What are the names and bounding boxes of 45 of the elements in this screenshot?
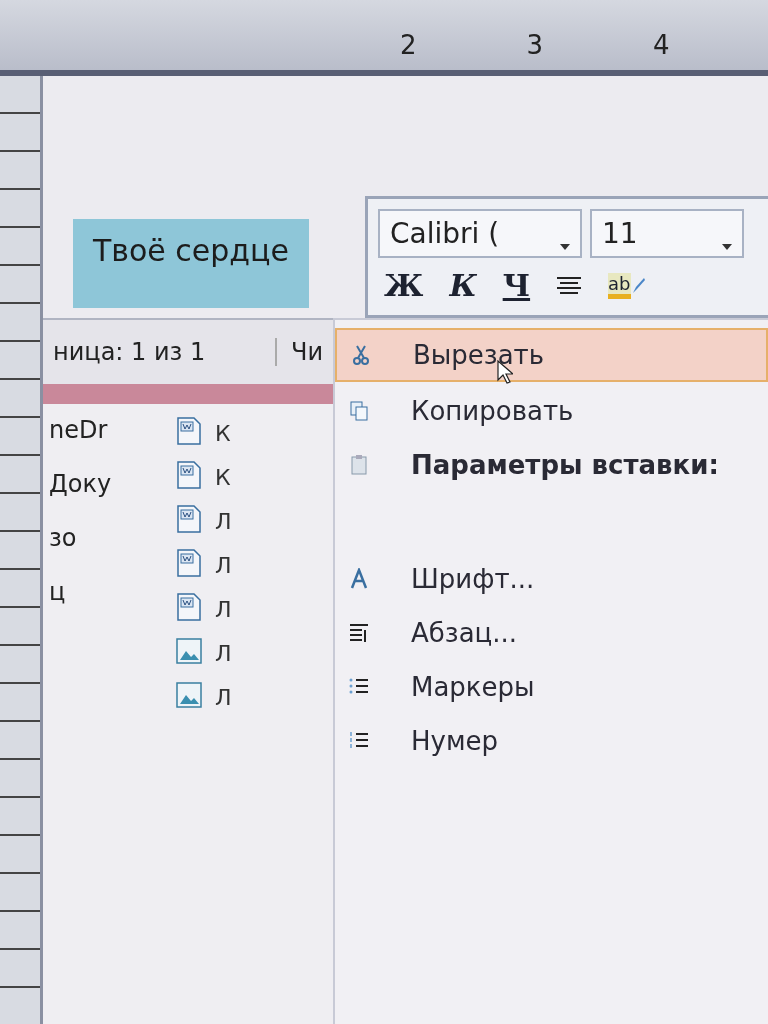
menu-item[interactable]: Абзац... <box>335 608 768 658</box>
scissors-icon <box>351 344 371 366</box>
font-dropdown[interactable]: Calibri ( <box>378 209 582 258</box>
font-icon <box>349 568 369 590</box>
document-icon <box>175 416 203 446</box>
menu-item[interactable]: Нумер <box>335 716 768 766</box>
selected-text: Твоё сердце <box>73 219 309 308</box>
clipboard-icon <box>349 454 369 476</box>
caret-icon <box>560 244 570 250</box>
folder-item[interactable]: neDr <box>49 416 169 444</box>
file-name[interactable]: Л <box>215 641 232 666</box>
file-name[interactable]: К <box>215 465 231 490</box>
image-file-icon <box>175 636 203 666</box>
menu-item[interactable]: Копировать <box>335 386 768 436</box>
menu-item[interactable]: Вырезать <box>335 328 768 382</box>
menu-item[interactable]: Параметры вставки: <box>335 440 768 490</box>
file-name[interactable]: Л <box>215 685 232 710</box>
menu-item[interactable]: Маркеры <box>335 662 768 712</box>
document-icon <box>175 548 203 578</box>
page-count: ница: 1 из 1 <box>53 338 206 366</box>
document-icon <box>175 460 203 490</box>
folder-item[interactable]: ц <box>49 578 169 606</box>
highlight-button[interactable]: ab <box>602 270 651 301</box>
caret-icon <box>722 244 732 250</box>
font-size-dropdown[interactable]: 11 <box>590 209 744 258</box>
folder-item[interactable]: Доку <box>49 470 169 498</box>
copy-icon <box>349 400 369 422</box>
paragraph-icon <box>349 622 369 644</box>
ruler-number: 2 <box>400 30 417 60</box>
file-name[interactable]: К <box>215 421 231 446</box>
image-file-icon <box>175 680 203 710</box>
align-icon <box>556 275 583 296</box>
menu-item[interactable]: Шрифт... <box>335 554 768 604</box>
file-name[interactable]: Л <box>215 553 232 578</box>
ruler-number: 3 <box>526 30 544 60</box>
word-count: Чи <box>274 338 323 366</box>
bold-button[interactable]: Ж <box>378 266 430 305</box>
underline-button[interactable]: Ч <box>496 266 537 305</box>
file-name[interactable]: Л <box>215 509 232 534</box>
ruler-number: 4 <box>653 30 670 60</box>
document-icon <box>175 504 203 534</box>
italic-button[interactable]: К <box>443 266 483 305</box>
file-name[interactable]: Л <box>215 597 232 622</box>
folder-item[interactable]: зо <box>49 524 169 552</box>
document-icon <box>175 592 203 622</box>
